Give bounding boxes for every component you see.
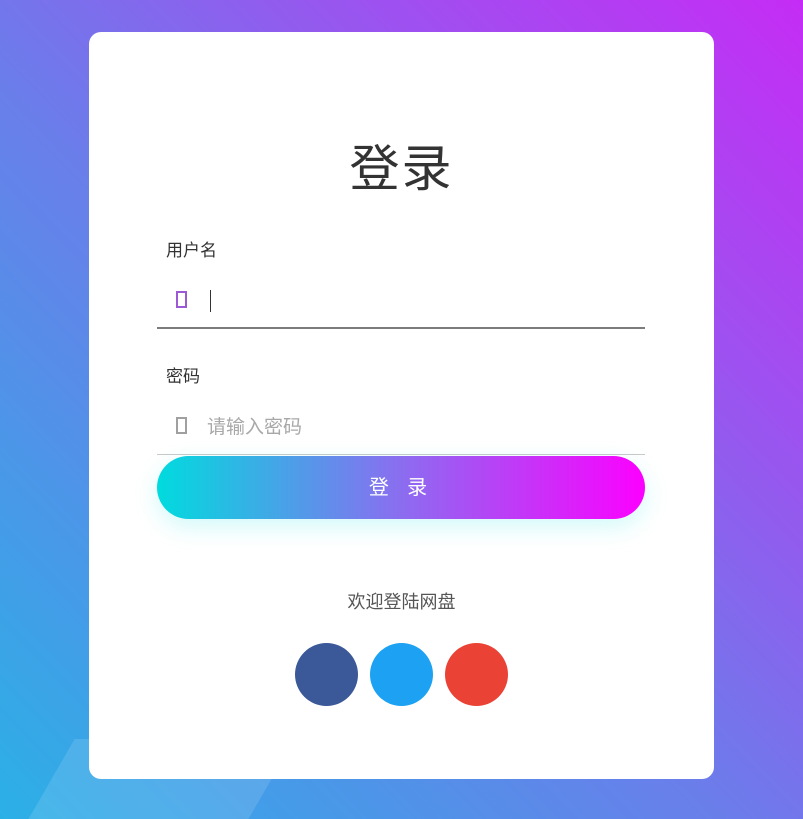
username-input[interactable] <box>207 283 627 319</box>
welcome-text: 欢迎登陆网盘 <box>347 592 456 613</box>
username-field <box>157 273 645 329</box>
social-login-group <box>295 643 508 706</box>
password-field <box>157 399 645 455</box>
login-card: 登录 用户名 密码 登 录 欢迎登陆网盘 <box>89 32 714 779</box>
twitter-button[interactable] <box>370 643 433 706</box>
user-icon <box>176 291 187 308</box>
username-label: 用户名 <box>166 241 217 261</box>
password-input[interactable] <box>207 409 627 445</box>
google-button[interactable] <box>445 643 508 706</box>
facebook-button[interactable] <box>295 643 358 706</box>
login-button[interactable]: 登 录 <box>157 456 645 519</box>
lock-icon <box>176 417 187 434</box>
password-label: 密码 <box>166 367 200 387</box>
page-title: 登录 <box>349 140 454 198</box>
password-underline <box>157 454 645 455</box>
text-caret <box>210 290 211 312</box>
username-underline <box>157 327 645 329</box>
